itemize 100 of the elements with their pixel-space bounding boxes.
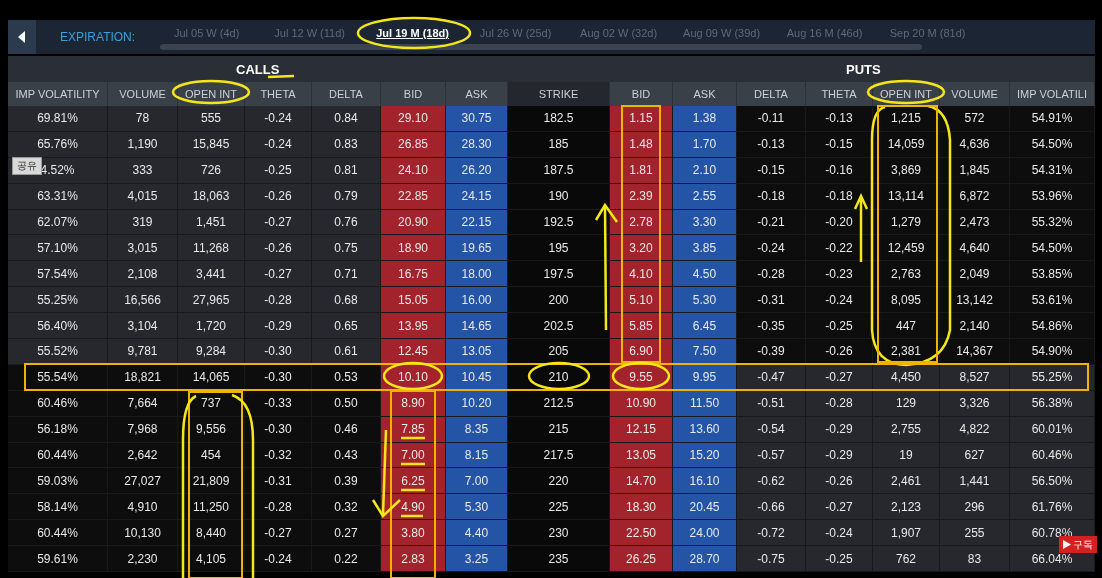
table-cell: -0.35 xyxy=(737,313,806,339)
table-cell: 0.46 xyxy=(312,416,381,443)
ask-cell: 16.00 xyxy=(446,287,508,314)
bid-cell: 5.85 xyxy=(610,313,673,339)
table-cell: 3,326 xyxy=(940,390,1010,417)
table-cell: 11,268 xyxy=(178,235,245,262)
table-cell: -0.30 xyxy=(245,364,312,391)
bid-cell: 5.10 xyxy=(610,287,673,314)
table-cell: -0.47 xyxy=(737,364,806,391)
table-cell: -0.24 xyxy=(245,131,312,158)
subscribe-badge[interactable]: 구독 xyxy=(1059,536,1097,553)
up-arrow xyxy=(853,193,869,262)
table-cell: 53.96% xyxy=(1010,183,1095,210)
table-cell: 54.86% xyxy=(1010,313,1095,339)
ask-cell: 2.55 xyxy=(673,183,737,210)
table-cell: -0.31 xyxy=(737,287,806,314)
ask-cell: 3.25 xyxy=(446,546,508,573)
table-cell: -0.24 xyxy=(737,235,806,262)
strike-cell: 187.5 xyxy=(508,157,610,184)
table-cell: 0.68 xyxy=(312,287,381,314)
table-cell: 3,015 xyxy=(108,235,178,262)
table-cell: 53.61% xyxy=(1010,287,1095,314)
table-cell: 0.27 xyxy=(312,520,381,547)
bid-cell: 13.95 xyxy=(381,313,446,339)
strike-cell: 202.5 xyxy=(508,313,610,339)
table-cell: 129 xyxy=(873,390,940,417)
table-cell: 9,781 xyxy=(108,339,178,365)
table-cell: 55.25% xyxy=(1010,364,1095,391)
bid-cell: 22.85 xyxy=(381,183,446,210)
table-cell: 255 xyxy=(940,520,1010,547)
table-cell: -0.39 xyxy=(737,339,806,365)
table-cell: -0.11 xyxy=(737,106,806,132)
table-cell: 21,809 xyxy=(178,468,245,495)
table-cell: 83 xyxy=(940,546,1010,573)
underline-mark xyxy=(401,462,425,466)
back-button[interactable] xyxy=(8,20,36,54)
table-cell: 2,123 xyxy=(873,494,940,521)
underline-mark xyxy=(401,488,425,492)
table-cell: 0.32 xyxy=(312,494,381,521)
ask-cell: 16.10 xyxy=(673,468,737,495)
ask-cell: 8.35 xyxy=(446,416,508,443)
table-cell: -0.28 xyxy=(737,261,806,288)
table-cell: 6,872 xyxy=(940,183,1010,210)
table-cell: 27,027 xyxy=(108,468,178,495)
table-cell: -0.29 xyxy=(245,313,312,339)
table-cell: -0.22 xyxy=(806,235,873,262)
table-cell: -0.29 xyxy=(806,416,873,443)
table-cell: 2,049 xyxy=(940,261,1010,288)
table-cell: 4,640 xyxy=(940,235,1010,262)
table-cell: -0.26 xyxy=(245,183,312,210)
ask-cell: 13.05 xyxy=(446,339,508,365)
ask-cell: 19.65 xyxy=(446,235,508,262)
table-cell: -0.24 xyxy=(806,520,873,547)
expiration-tab[interactable]: Jul 19 M (18d) xyxy=(361,27,465,47)
table-cell: 18,821 xyxy=(108,364,178,391)
table-cell: 65.76% xyxy=(8,131,108,158)
table-cell: 0.61 xyxy=(312,339,381,365)
scrollbar[interactable] xyxy=(160,44,922,50)
table-cell: 60.46% xyxy=(8,390,108,417)
table-cell: 8,095 xyxy=(873,287,940,314)
ask-cell: 7.00 xyxy=(446,468,508,495)
bid-cell: 16.75 xyxy=(381,261,446,288)
bid-cell: 26.85 xyxy=(381,131,446,158)
table-cell: -0.30 xyxy=(245,339,312,365)
table-cell: 57.54% xyxy=(8,261,108,288)
ask-cell: 24.15 xyxy=(446,183,508,210)
ask-cell: 1.38 xyxy=(673,106,737,132)
table-cell: -0.24 xyxy=(245,106,312,132)
table-cell: -0.72 xyxy=(737,520,806,547)
table-cell: 0.39 xyxy=(312,468,381,495)
table-cell: 60.46% xyxy=(1010,442,1095,469)
table-cell: 319 xyxy=(108,209,178,236)
table-cell: 62.07% xyxy=(8,209,108,236)
ask-cell: 30.75 xyxy=(446,106,508,132)
table-cell: 60.01% xyxy=(1010,416,1095,443)
table-cell: 16,566 xyxy=(108,287,178,314)
column-header[interactable]: STRIKE xyxy=(508,82,610,106)
play-icon xyxy=(1063,540,1071,549)
table-cell: 14,367 xyxy=(940,339,1010,365)
table-cell: -0.25 xyxy=(245,157,312,184)
bid-cell: 12.45 xyxy=(381,339,446,365)
share-button[interactable]: 공유 xyxy=(12,157,42,175)
table-cell: 56.18% xyxy=(8,416,108,443)
table-cell: 4,822 xyxy=(940,416,1010,443)
strike-cell: 195 xyxy=(508,235,610,262)
table-cell: 61.76% xyxy=(1010,494,1095,521)
table-cell: -0.21 xyxy=(737,209,806,236)
table-cell: -0.62 xyxy=(737,468,806,495)
bid-cell: 15.05 xyxy=(381,287,446,314)
ask-cell: 1.70 xyxy=(673,131,737,158)
table-cell: 762 xyxy=(873,546,940,573)
table-cell: -0.27 xyxy=(806,494,873,521)
ask-cell: 10.20 xyxy=(446,390,508,417)
ask-cell: 24.00 xyxy=(673,520,737,547)
table-cell: -0.24 xyxy=(806,287,873,314)
table-cell: -0.13 xyxy=(737,131,806,158)
table-cell: -0.13 xyxy=(806,106,873,132)
table-cell: 13,142 xyxy=(940,287,1010,314)
table-cell: -0.27 xyxy=(245,209,312,236)
ask-cell: 5.30 xyxy=(446,494,508,521)
